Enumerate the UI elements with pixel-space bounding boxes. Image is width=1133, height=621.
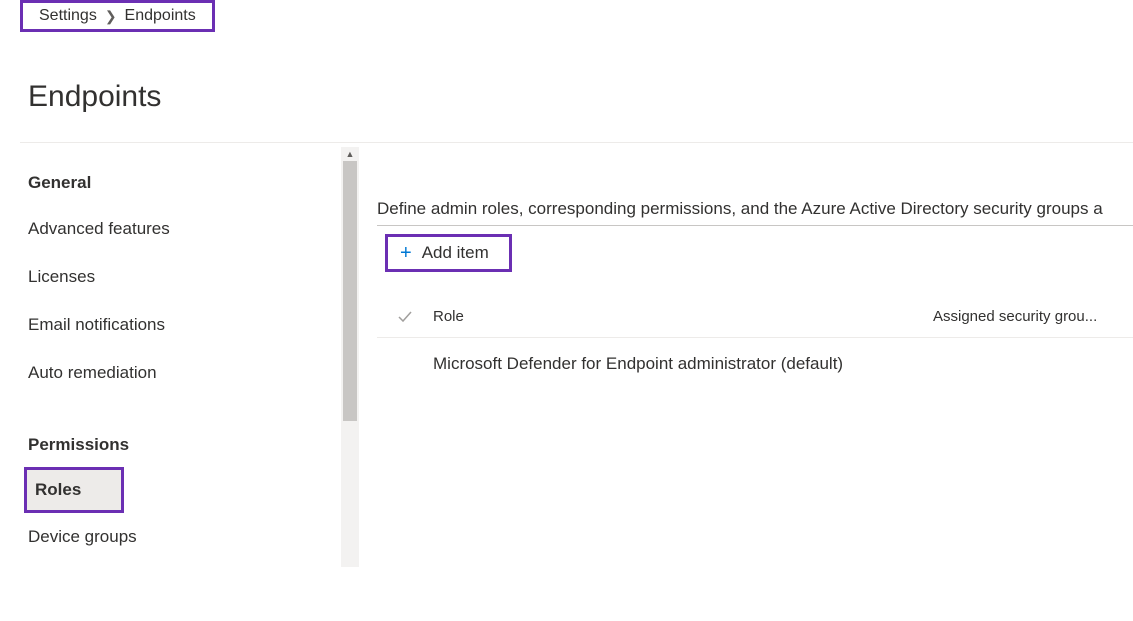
sidebar-section-permissions: Permissions [28, 425, 325, 467]
sidebar-item-licenses[interactable]: Licenses [28, 253, 298, 301]
table-header: Role Assigned security grou... [377, 300, 1133, 338]
main-content: Define admin roles, corresponding permis… [325, 143, 1133, 561]
add-item-label: Add item [422, 243, 489, 263]
breadcrumb-parent[interactable]: Settings [39, 7, 97, 25]
scrollbar-up-arrow-icon[interactable]: ▲ [341, 147, 359, 161]
plus-icon: + [400, 243, 412, 263]
breadcrumb: Settings ❯ Endpoints [20, 0, 215, 32]
add-item-button[interactable]: + Add item [385, 234, 512, 272]
sidebar-item-device-groups[interactable]: Device groups [28, 513, 298, 561]
table-row[interactable]: Microsoft Defender for Endpoint administ… [377, 338, 1133, 390]
roles-description: Define admin roles, corresponding permis… [377, 199, 1133, 226]
role-name: Microsoft Defender for Endpoint administ… [433, 354, 933, 374]
page-title: Endpoints [28, 80, 1133, 114]
sidebar-item-auto-remediation[interactable]: Auto remediation [28, 349, 298, 397]
sidebar-section-general: General [28, 163, 325, 205]
sidebar-item-email-notifications[interactable]: Email notifications [28, 301, 298, 349]
column-header-role[interactable]: Role [433, 308, 933, 325]
sidebar-item-roles[interactable]: Roles [24, 467, 124, 513]
sidebar-scrollbar[interactable]: ▲ [341, 147, 359, 567]
roles-table: Role Assigned security grou... Microsoft… [377, 300, 1133, 390]
sidebar: General Advanced features Licenses Email… [20, 143, 325, 561]
chevron-right-icon: ❯ [105, 8, 117, 25]
scrollbar-thumb[interactable] [343, 161, 357, 421]
column-header-assigned-groups[interactable]: Assigned security grou... [933, 308, 1133, 325]
breadcrumb-current[interactable]: Endpoints [125, 7, 196, 25]
checkmark-icon[interactable] [377, 309, 433, 325]
sidebar-item-advanced-features[interactable]: Advanced features [28, 205, 298, 253]
